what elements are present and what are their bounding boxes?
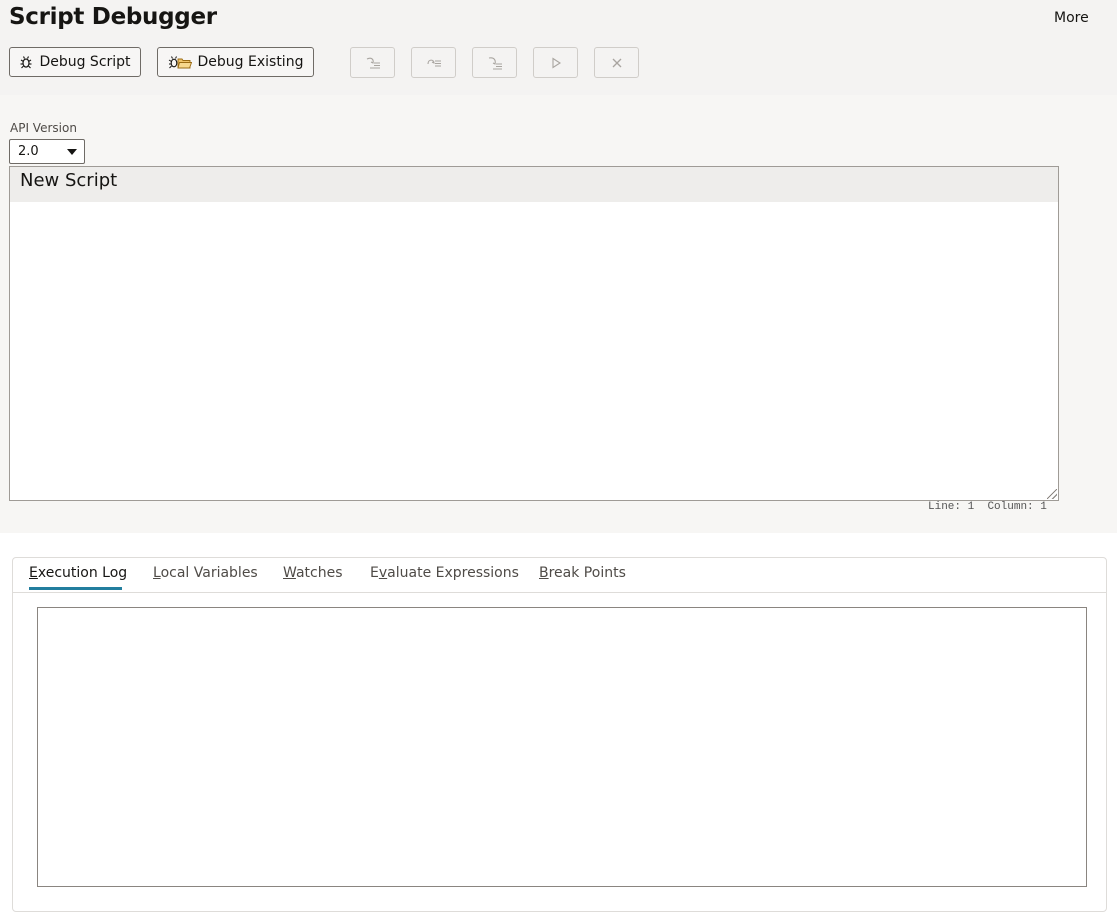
debug-panel: Execution Log Local Variables Watches Ev… <box>12 557 1107 912</box>
step-out-icon <box>487 56 503 70</box>
line-label: Line: <box>928 501 962 513</box>
close-icon <box>611 57 623 69</box>
active-tab-indicator <box>29 587 122 590</box>
editor-title: New Script <box>20 170 118 191</box>
more-menu[interactable]: More <box>1054 10 1089 26</box>
tab-evaluate-expressions[interactable]: Evaluate Expressions <box>370 565 519 581</box>
column-label: Column: <box>987 501 1034 513</box>
resize-handle-icon[interactable] <box>1047 489 1057 499</box>
play-icon <box>550 56 562 69</box>
editor-header: New Script <box>10 167 1058 202</box>
line-value: 1 <box>967 501 975 513</box>
debug-existing-label: Debug Existing <box>197 54 304 70</box>
tab-execution-log[interactable]: Execution Log <box>29 565 127 581</box>
api-version-select[interactable]: 2.0 <box>9 139 85 164</box>
step-into-icon <box>365 56 381 70</box>
stop-button[interactable] <box>594 47 639 78</box>
tab-local-variables[interactable]: Local Variables <box>153 565 258 581</box>
execution-log-area[interactable] <box>37 607 1087 887</box>
chevron-down-icon <box>67 149 77 155</box>
debug-existing-button[interactable]: Debug Existing <box>157 47 314 77</box>
script-textarea[interactable] <box>10 202 1058 500</box>
tab-bar: Execution Log Local Variables Watches Ev… <box>13 558 1106 593</box>
api-version-value: 2.0 <box>18 144 39 159</box>
page-title: Script Debugger <box>9 4 217 30</box>
run-button[interactable] <box>533 47 578 78</box>
cursor-position: Line: 1 Column: 1 <box>928 501 1047 513</box>
script-editor: New Script <box>9 166 1059 501</box>
column-value: 1 <box>1040 501 1047 513</box>
bug-folder-icon <box>168 55 192 69</box>
debug-script-button[interactable]: Debug Script <box>9 47 141 77</box>
step-out-button[interactable] <box>472 47 517 78</box>
step-into-button[interactable] <box>350 47 395 78</box>
step-over-button[interactable] <box>411 47 456 78</box>
debug-script-label: Debug Script <box>39 54 131 70</box>
tab-break-points[interactable]: Break Points <box>539 565 626 581</box>
tab-watches[interactable]: Watches <box>283 565 343 581</box>
bug-icon <box>19 55 33 69</box>
api-version-label: API Version <box>10 121 77 135</box>
step-over-icon <box>426 56 442 70</box>
